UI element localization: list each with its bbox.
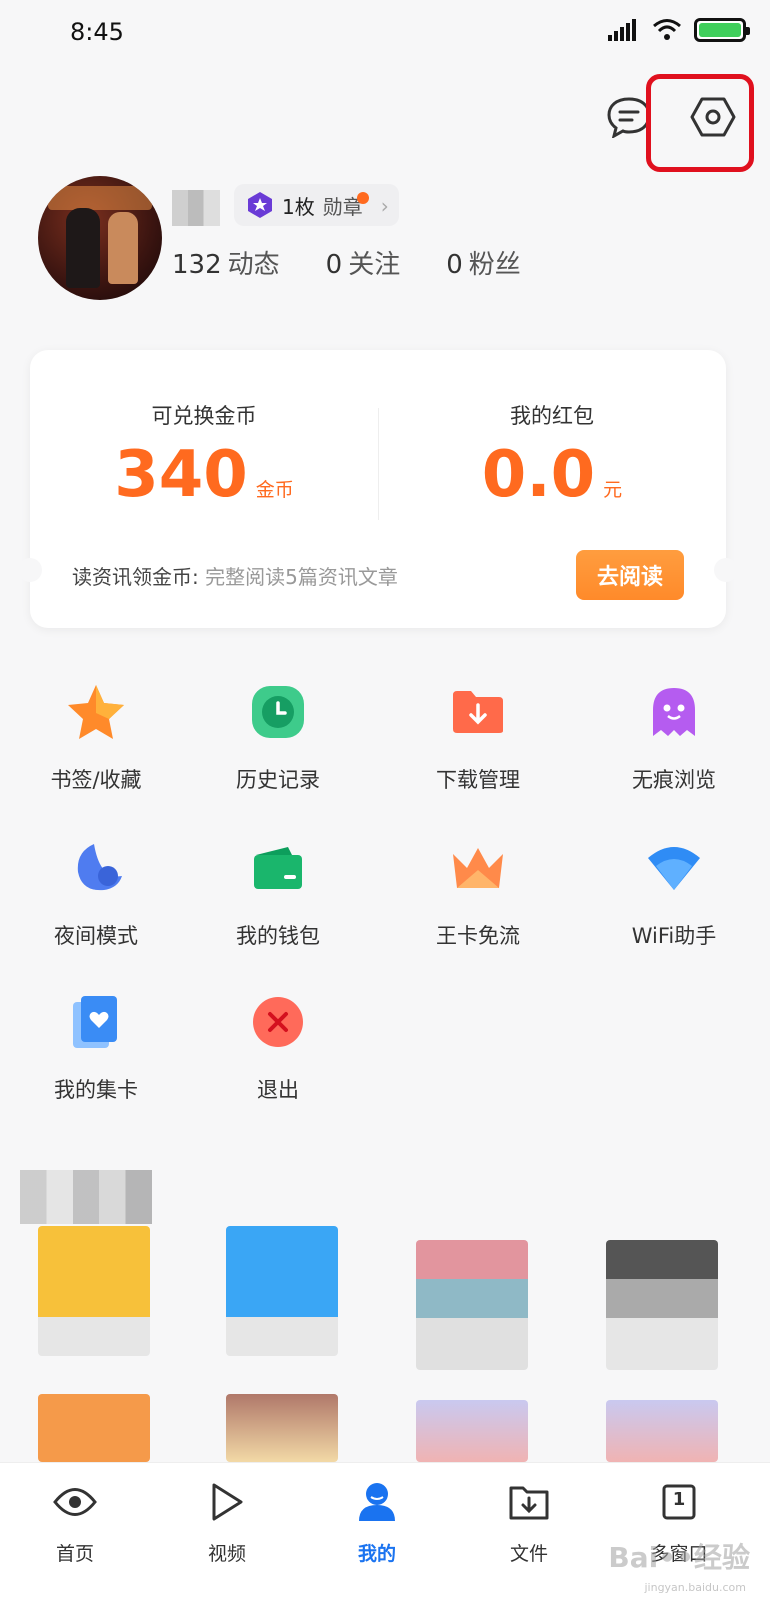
wifi-icon xyxy=(642,836,706,900)
avatar[interactable] xyxy=(38,176,162,300)
blurred-tile xyxy=(606,1400,718,1462)
grid-item-downloads[interactable]: 下载管理 xyxy=(382,680,574,794)
status-time: 8:45 xyxy=(70,18,124,46)
coins-section[interactable]: 可兑换金币 340 金币 xyxy=(30,400,378,512)
moon-icon xyxy=(64,836,128,900)
blurred-username xyxy=(172,190,220,226)
stat-posts[interactable]: 132 动态 xyxy=(172,244,280,281)
window-count-badge: 1 xyxy=(672,1489,686,1510)
blurred-tile xyxy=(226,1394,338,1462)
tab-home[interactable]: 首页 xyxy=(20,1479,130,1566)
blurred-tile xyxy=(606,1240,718,1370)
profile-stats: 132 动态 0 关注 0 粉丝 xyxy=(172,244,521,281)
blurred-tile xyxy=(416,1240,528,1370)
wallet-icon xyxy=(246,836,310,900)
play-icon xyxy=(204,1479,250,1525)
tab-files[interactable]: 文件 xyxy=(474,1479,584,1566)
redpack-section[interactable]: 我的红包 0.0 元 xyxy=(378,400,726,512)
medal-chip[interactable]: 1枚 勋章 › xyxy=(234,184,399,226)
grid-item-incognito[interactable]: 无痕浏览 xyxy=(578,680,770,794)
read-prompt: 读资讯领金币: xyxy=(72,564,199,589)
redpack-unit: 元 xyxy=(603,479,623,501)
windows-icon: 1 xyxy=(656,1479,702,1525)
stat-followers[interactable]: 0 粉丝 xyxy=(446,244,521,281)
grid-item-wifi-assistant[interactable]: WiFi助手 xyxy=(578,836,770,950)
battery-icon xyxy=(694,18,750,42)
chevron-right-icon: › xyxy=(380,194,389,218)
redpack-title: 我的红包 xyxy=(510,404,594,428)
blurred-tile xyxy=(38,1394,150,1462)
grid-item-card-collection[interactable]: 我的集卡 xyxy=(0,990,192,1104)
grid-item-night-mode[interactable]: 夜间模式 xyxy=(0,836,192,950)
grid-item-exit[interactable]: 退出 xyxy=(182,990,374,1104)
wifi-status-icon xyxy=(653,19,681,40)
card-heart-icon xyxy=(64,990,128,1054)
read-detail: 完整阅读5篇资讯文章 xyxy=(205,564,398,589)
grid-item-history[interactable]: 历史记录 xyxy=(182,680,374,794)
user-icon xyxy=(354,1479,400,1525)
star-icon xyxy=(64,680,128,744)
eye-icon xyxy=(52,1479,98,1525)
exit-icon xyxy=(246,990,310,1054)
coins-unit: 金币 xyxy=(255,479,294,501)
download-folder-icon xyxy=(446,680,510,744)
card-notch-right xyxy=(714,558,738,582)
signal-icon xyxy=(608,19,636,41)
stat-following[interactable]: 0 关注 xyxy=(326,244,401,281)
card-notch-left xyxy=(18,558,42,582)
blurred-tile xyxy=(416,1400,528,1462)
settings-highlight-box xyxy=(646,74,754,172)
grid-item-wallet[interactable]: 我的钱包 xyxy=(182,836,374,950)
read-task-row: 读资讯领金币: 完整阅读5篇资讯文章 去阅读 xyxy=(72,550,684,600)
blurred-tile xyxy=(226,1226,338,1356)
coins-value: 340 xyxy=(114,438,248,512)
ghost-icon xyxy=(642,680,706,744)
clock-icon xyxy=(246,680,310,744)
tab-mine[interactable]: 我的 xyxy=(322,1479,432,1566)
grid-item-king-card[interactable]: 王卡免流 xyxy=(382,836,574,950)
coin-card: 可兑换金币 340 金币 我的红包 0.0 元 读资讯领金币: 完整阅读5篇资讯… xyxy=(18,350,738,628)
status-icons xyxy=(608,18,750,42)
status-bar: 8:45 xyxy=(0,0,770,64)
bottom-tab-bar: 首页 视频 我的 文件 1 多窗口 Bai••经验 jingyan.baidu.… xyxy=(0,1462,770,1600)
medal-notification-dot xyxy=(356,192,369,204)
medal-icon xyxy=(246,191,274,219)
profile-header: 1枚 勋章 › 132 动态 0 关注 0 粉丝 xyxy=(38,176,740,306)
file-download-icon xyxy=(506,1479,552,1525)
crown-icon xyxy=(446,836,510,900)
baidu-watermark-url: jingyan.baidu.com xyxy=(644,1581,746,1594)
coins-title: 可兑换金币 xyxy=(151,404,257,428)
grid-item-bookmarks[interactable]: 书签/收藏 xyxy=(0,680,192,794)
medal-count: 1枚 xyxy=(282,194,315,219)
blurred-section-title xyxy=(20,1170,152,1224)
baidu-watermark-logo: Bai••经验 xyxy=(608,1541,750,1574)
redpack-value: 0.0 xyxy=(481,438,596,512)
go-read-button[interactable]: 去阅读 xyxy=(576,550,684,600)
tab-video[interactable]: 视频 xyxy=(172,1479,282,1566)
blurred-tile xyxy=(38,1226,150,1356)
